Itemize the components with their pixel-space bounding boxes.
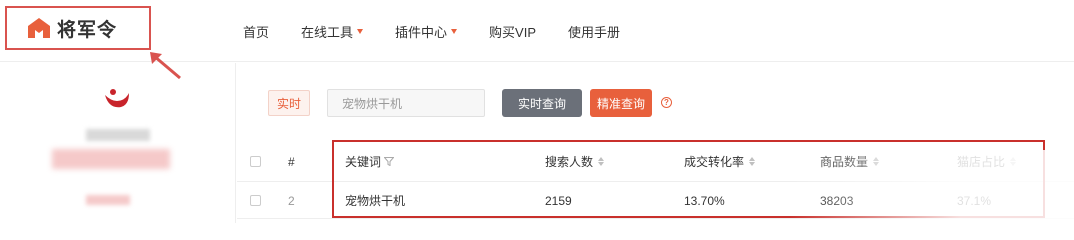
column-header-searchers[interactable]: 搜索人数 <box>545 153 605 170</box>
sort-icon[interactable] <box>1010 157 1017 166</box>
select-all-checkbox[interactable] <box>250 156 261 167</box>
house-logo-icon <box>28 18 50 38</box>
nav-item-online-tools[interactable]: 在线工具 <box>301 22 364 41</box>
row-index: 2 <box>288 193 295 208</box>
blurred-user-link <box>86 195 130 205</box>
nav-item-label: 使用手册 <box>568 25 621 40</box>
page: 将军令 首页 在线工具 插件中心 购买VIP 使用手册 实时 宠物烘干机 实时查… <box>0 0 1074 223</box>
sort-icon[interactable] <box>873 157 880 166</box>
brand-name: 将军令 <box>57 19 118 41</box>
question-circle-icon[interactable]: ? <box>661 97 672 108</box>
top-header: 将军令 首页 在线工具 插件中心 购买VIP 使用手册 <box>0 0 1074 80</box>
sort-icon[interactable] <box>749 157 756 166</box>
logo-highlight-box[interactable]: 将军令 <box>5 6 151 50</box>
keyword-table: # 关键词 搜索人数 成交转化率 商品数量 猫店占比 2 宠物烘干机 2159 … <box>237 142 1074 223</box>
nav-item-label: 首页 <box>243 25 270 40</box>
precise-query-button[interactable]: 精准查询 <box>590 89 652 117</box>
chevron-down-icon <box>451 29 458 34</box>
column-header-label: 搜索人数 <box>545 155 594 169</box>
checkbox-icon <box>250 156 261 167</box>
main-nav: 首页 在线工具 插件中心 购买VIP 使用手册 <box>243 22 652 41</box>
checkbox-icon <box>250 195 261 206</box>
realtime-query-button[interactable]: 实时查询 <box>502 89 582 117</box>
keyword-search-input[interactable] <box>327 89 485 117</box>
column-header-label: 猫店占比 <box>957 155 1006 169</box>
row-keyword[interactable]: 宠物烘干机 <box>345 192 405 209</box>
filter-icon[interactable] <box>384 157 395 166</box>
user-sidebar <box>0 63 236 223</box>
column-header-tmall-share[interactable]: 猫店占比 <box>957 153 1017 170</box>
table-header-row: # 关键词 搜索人数 成交转化率 商品数量 猫店占比 <box>237 142 1074 182</box>
nav-item-label: 插件中心 <box>395 25 448 40</box>
row-products: 38203 <box>820 193 854 208</box>
column-header-label: # <box>288 154 295 169</box>
nav-item-plugin-center[interactable]: 插件中心 <box>395 22 458 41</box>
row-searchers: 2159 <box>545 193 572 208</box>
table-row[interactable]: 2 宠物烘干机 2159 13.70% 38203 37.1% <box>237 183 1074 219</box>
column-header-conversion[interactable]: 成交转化率 <box>684 153 756 170</box>
row-tmall-share: 37.1% <box>957 193 992 208</box>
column-header-label: 关键词 <box>345 155 382 169</box>
nav-item-label: 购买VIP <box>489 25 537 40</box>
blurred-user-info <box>52 149 170 169</box>
avatar-icon[interactable] <box>103 87 131 111</box>
sort-icon[interactable] <box>598 157 605 166</box>
nav-item-user-manual[interactable]: 使用手册 <box>568 22 620 41</box>
nav-item-home[interactable]: 首页 <box>243 22 269 41</box>
column-header-keyword[interactable]: 关键词 <box>345 153 395 170</box>
column-header-products[interactable]: 商品数量 <box>820 153 880 170</box>
column-header-label: 商品数量 <box>820 155 869 169</box>
blurred-username <box>86 129 150 141</box>
realtime-mode-tag[interactable]: 实时 <box>268 90 310 116</box>
nav-item-label: 在线工具 <box>301 25 354 40</box>
row-conversion: 13.70% <box>684 193 725 208</box>
row-checkbox[interactable] <box>250 195 261 206</box>
nav-item-buy-vip[interactable]: 购买VIP <box>489 22 536 41</box>
chevron-down-icon <box>357 29 364 34</box>
column-header-label: 成交转化率 <box>684 155 745 169</box>
column-header-index: # <box>288 155 295 169</box>
